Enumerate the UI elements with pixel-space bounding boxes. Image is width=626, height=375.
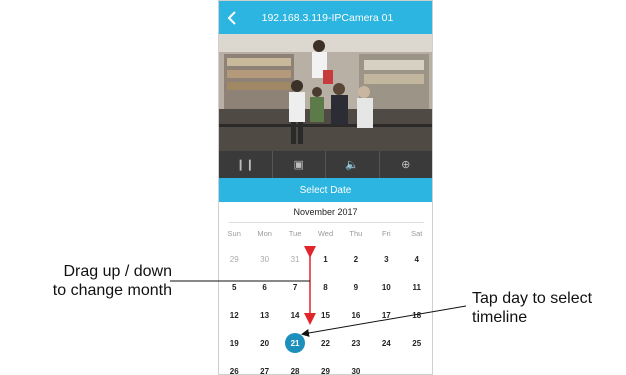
annotation-overlay — [170, 246, 467, 337]
tap-arrow — [301, 305, 467, 337]
